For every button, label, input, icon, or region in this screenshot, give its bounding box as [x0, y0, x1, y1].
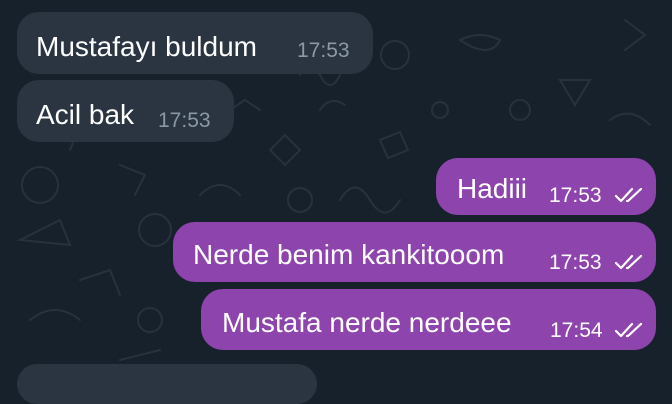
message-time: 17:54 — [550, 319, 603, 342]
double-check-icon — [614, 254, 643, 270]
message-time: 17:53 — [158, 109, 211, 132]
message-text: Mustafayı buldum — [36, 31, 257, 62]
message-text: Mustafa nerde nerdeee — [222, 307, 512, 338]
message-bubble-outgoing[interactable]: Mustafa nerde nerdeee 17:54 — [201, 289, 656, 350]
message-text: Nerde benim kankitooom — [193, 239, 505, 270]
message-bubble-incoming[interactable]: Mustafayı buldum 17:53 — [17, 12, 373, 74]
message-bubble-outgoing[interactable]: Hadiii 17:53 — [436, 158, 656, 215]
message-time: 17:53 — [549, 251, 602, 274]
message-text: Acil bak — [36, 99, 135, 130]
message-time: 17:53 — [297, 39, 350, 62]
double-check-icon — [614, 322, 643, 338]
message-text: Hadiii — [457, 173, 528, 204]
message-bubble-incoming[interactable]: Acil bak 17:53 — [17, 80, 234, 142]
message-time: 17:53 — [549, 184, 602, 207]
message-bubble-incoming-partial[interactable] — [17, 364, 317, 404]
double-check-icon — [614, 187, 643, 203]
message-bubble-outgoing[interactable]: Nerde benim kankitooom 17:53 — [173, 222, 656, 282]
